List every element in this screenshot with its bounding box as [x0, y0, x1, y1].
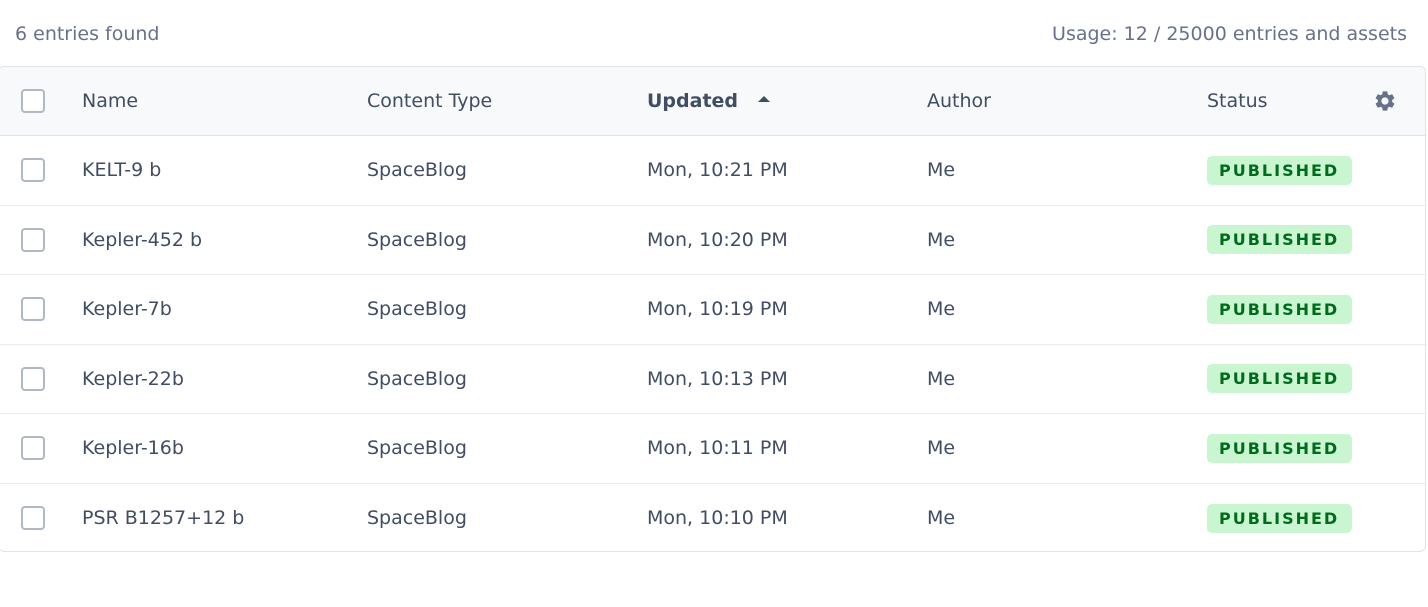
entry-author: Me	[927, 228, 956, 251]
entry-name[interactable]: PSR B1257+12 b	[82, 484, 244, 552]
entries-count: 6 entries found	[15, 23, 160, 45]
row-checkbox[interactable]	[21, 227, 45, 252]
row-checkbox[interactable]	[21, 297, 45, 322]
table-row[interactable]: Kepler-22b SpaceBlog Mon, 10:13 PM Me PU…	[0, 345, 1425, 414]
entry-updated: Mon, 10:21 PM	[647, 159, 788, 182]
table-header: Name Content Type Updated Author Status	[0, 67, 1425, 136]
select-all-checkbox[interactable]	[21, 89, 45, 113]
row-checkbox[interactable]	[21, 366, 45, 391]
column-header-updated-label: Updated	[647, 90, 739, 112]
entry-author: Me	[927, 159, 956, 182]
entry-content-type: SpaceBlog	[367, 159, 467, 182]
entry-content-type: SpaceBlog	[367, 298, 467, 321]
entry-content-type: SpaceBlog	[367, 367, 467, 390]
entry-content-type: SpaceBlog	[367, 437, 467, 460]
status-badge: PUBLISHED	[1207, 433, 1353, 463]
table-row[interactable]: Kepler-16b SpaceBlog Mon, 10:11 PM Me PU…	[0, 414, 1425, 484]
entry-content-type: SpaceBlog	[367, 228, 467, 251]
entry-updated: Mon, 10:20 PM	[647, 228, 788, 251]
entry-name[interactable]: KELT-9 b	[82, 136, 161, 205]
usage-info: Usage: 12 / 25000 entries and assets	[1052, 23, 1407, 45]
column-header-content-type[interactable]: Content Type	[367, 67, 492, 135]
entry-name[interactable]: Kepler-7b	[82, 275, 172, 344]
column-header-updated[interactable]: Updated	[647, 67, 771, 135]
entry-updated: Mon, 10:10 PM	[647, 507, 788, 530]
table-row[interactable]: PSR B1257+12 b SpaceBlog Mon, 10:10 PM M…	[0, 484, 1425, 552]
entry-content-type: SpaceBlog	[367, 507, 467, 530]
entry-updated: Mon, 10:13 PM	[647, 367, 788, 390]
entry-author: Me	[927, 437, 956, 460]
status-badge: PUBLISHED	[1207, 294, 1353, 324]
entry-author: Me	[927, 507, 956, 530]
column-header-name[interactable]: Name	[82, 67, 138, 135]
entry-name[interactable]: Kepler-22b	[82, 345, 184, 414]
entry-author: Me	[927, 367, 956, 390]
status-badge: PUBLISHED	[1207, 225, 1353, 255]
row-checkbox[interactable]	[21, 506, 45, 531]
entries-table: Name Content Type Updated Author Status …	[0, 66, 1426, 552]
status-badge: PUBLISHED	[1207, 364, 1353, 394]
table-row[interactable]: KELT-9 b SpaceBlog Mon, 10:21 PM Me PUBL…	[0, 136, 1425, 206]
column-header-status[interactable]: Status	[1207, 67, 1268, 135]
row-checkbox[interactable]	[21, 158, 45, 183]
entry-author: Me	[927, 298, 956, 321]
row-checkbox[interactable]	[21, 436, 45, 461]
table-row[interactable]: Kepler-452 b SpaceBlog Mon, 10:20 PM Me …	[0, 206, 1425, 275]
column-header-author[interactable]: Author	[927, 67, 991, 135]
table-row[interactable]: Kepler-7b SpaceBlog Mon, 10:19 PM Me PUB…	[0, 275, 1425, 345]
list-summary-bar: 6 entries found Usage: 12 / 25000 entrie…	[0, 0, 1428, 66]
status-badge: PUBLISHED	[1207, 155, 1353, 185]
entry-updated: Mon, 10:11 PM	[647, 437, 788, 460]
entry-name[interactable]: Kepler-16b	[82, 414, 184, 483]
status-badge: PUBLISHED	[1207, 503, 1353, 533]
gear-icon[interactable]	[1373, 89, 1397, 113]
sort-up-icon	[758, 96, 771, 102]
entry-updated: Mon, 10:19 PM	[647, 298, 788, 321]
entry-name[interactable]: Kepler-452 b	[82, 206, 202, 275]
